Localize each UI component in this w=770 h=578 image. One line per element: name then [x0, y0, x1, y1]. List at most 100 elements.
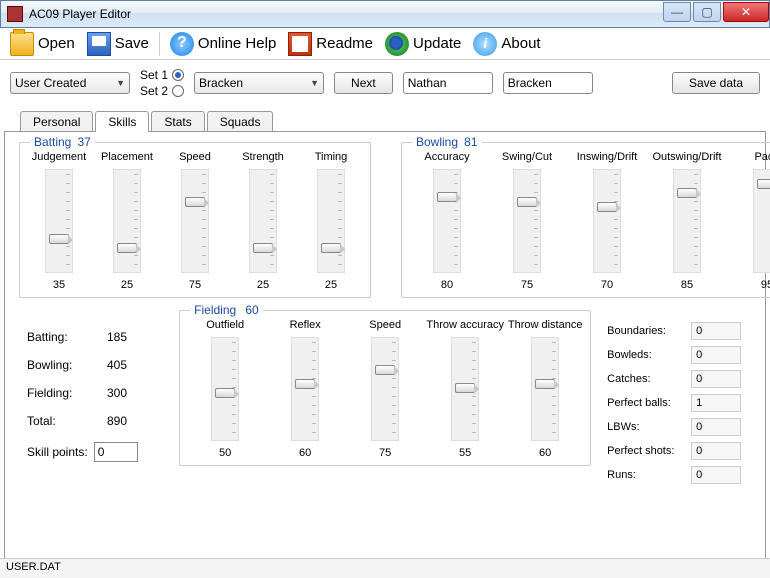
online-help-button[interactable]: ?Online Help [166, 30, 280, 58]
stat-label: Perfect shots: [607, 445, 691, 457]
stat-row: Catches:0 [607, 370, 751, 388]
skill-slider: Accuracy 80 [410, 151, 484, 291]
slider-track[interactable] [513, 169, 541, 273]
readme-icon [288, 32, 312, 56]
stat-label: Boundaries: [607, 325, 691, 337]
first-name-input[interactable] [403, 72, 493, 94]
slider-track[interactable] [317, 169, 345, 273]
skill-value: 60 [299, 447, 311, 459]
slider-thumb[interactable] [597, 202, 617, 212]
stat-row: Runs:0 [607, 466, 751, 484]
slider-track[interactable] [291, 337, 319, 441]
slider-track[interactable] [433, 169, 461, 273]
tab-personal[interactable]: Personal [20, 111, 93, 132]
slider-thumb[interactable] [321, 243, 341, 253]
slider-thumb[interactable] [185, 197, 205, 207]
player-combo[interactable]: Bracken▼ [194, 72, 324, 94]
skill-value: 55 [459, 447, 471, 459]
slider-track[interactable] [211, 337, 239, 441]
stat-value: 0 [691, 418, 741, 436]
skill-label: Throw accuracy [426, 319, 504, 331]
slider-track[interactable] [593, 169, 621, 273]
skill-slider: Strength25 [232, 151, 294, 291]
controls-row: User Created▼ Set 1 Set 2 Bracken▼ Next … [0, 60, 770, 106]
stat-value: 0 [691, 322, 741, 340]
next-button[interactable]: Next [334, 72, 393, 94]
slider-thumb[interactable] [253, 243, 273, 253]
slider-track[interactable] [451, 337, 479, 441]
stat-row: Perfect shots:0 [607, 442, 751, 460]
skill-slider: Swing/Cut75 [490, 151, 564, 291]
skill-label: Swing/Cut [502, 151, 552, 163]
slider-thumb[interactable] [517, 197, 537, 207]
title-bar: AC09 Player Editor — ▢ ✕ [0, 0, 770, 28]
close-button[interactable]: ✕ [723, 2, 769, 22]
stat-label: Perfect balls: [607, 397, 691, 409]
set1-radio[interactable] [172, 69, 184, 81]
skill-label: Speed [179, 151, 211, 163]
tab-stats[interactable]: Stats [151, 111, 204, 132]
slider-thumb[interactable] [455, 383, 475, 393]
skillpoints-label: Skill points: [27, 445, 88, 459]
skill-value: 60 [539, 447, 551, 459]
stat-label: LBWs: [607, 421, 691, 433]
slider-track[interactable] [45, 169, 73, 273]
slider-thumb[interactable] [215, 388, 235, 398]
slider-track[interactable] [249, 169, 277, 273]
stat-row: LBWs:0 [607, 418, 751, 436]
slider-thumb[interactable] [757, 179, 770, 189]
slider-thumb[interactable] [437, 192, 457, 202]
skill-label: Inswing/Drift [577, 151, 638, 163]
skill-value: 25 [325, 279, 337, 291]
skill-slider: Throw distance60 [508, 319, 582, 459]
update-button[interactable]: Update [381, 30, 465, 58]
set2-radio[interactable] [172, 85, 184, 97]
bowling-total-value: 405 [107, 358, 127, 372]
skill-value: 25 [257, 279, 269, 291]
chevron-down-icon: ▼ [310, 78, 319, 88]
slider-thumb[interactable] [677, 188, 697, 198]
slider-thumb[interactable] [117, 243, 137, 253]
skill-value: 85 [681, 279, 693, 291]
save-button[interactable]: Save [83, 30, 153, 58]
slider-track[interactable] [371, 337, 399, 441]
fielding-total-value: 300 [107, 386, 127, 400]
open-button[interactable]: Open [6, 30, 79, 58]
skill-label: Outfield [206, 319, 244, 331]
last-name-input[interactable] [503, 72, 593, 94]
filter-combo[interactable]: User Created▼ [10, 72, 130, 94]
skill-slider: Speed75 [348, 319, 422, 459]
maximize-button[interactable]: ▢ [693, 2, 721, 22]
tab-bar: Personal Skills Stats Squads [0, 110, 770, 131]
slider-track[interactable] [531, 337, 559, 441]
slider-thumb[interactable] [535, 379, 555, 389]
tab-squads[interactable]: Squads [207, 111, 274, 132]
folder-open-icon [10, 32, 34, 56]
skill-label: Accuracy [424, 151, 469, 163]
readme-button[interactable]: Readme [284, 30, 377, 58]
skillpoints-input[interactable] [94, 442, 138, 462]
about-button[interactable]: iAbout [469, 30, 544, 58]
slider-thumb[interactable] [295, 379, 315, 389]
skill-value: 80 [441, 279, 453, 291]
tab-skills[interactable]: Skills [95, 111, 149, 132]
stat-value: 0 [691, 370, 741, 388]
stat-label: Runs: [607, 469, 691, 481]
info-icon: i [473, 32, 497, 56]
slider-track[interactable] [753, 169, 770, 273]
slider-track[interactable] [181, 169, 209, 273]
slider-thumb[interactable] [49, 234, 69, 244]
minimize-button[interactable]: — [663, 2, 691, 22]
set2-label: Set 2 [140, 84, 168, 98]
slider-track[interactable] [673, 169, 701, 273]
fielding-group: Fielding 60 Outfield50Reflex60Speed75Thr… [179, 310, 591, 466]
skill-slider: Outfield50 [188, 319, 262, 459]
help-icon: ? [170, 32, 194, 56]
skill-label: Outswing/Drift [652, 151, 721, 163]
window-title: AC09 Player Editor [29, 7, 661, 21]
skill-label: Placement [101, 151, 153, 163]
slider-thumb[interactable] [375, 365, 395, 375]
slider-track[interactable] [113, 169, 141, 273]
tab-page-skills: Batting 37 Judgement35Placement25Speed75… [4, 131, 766, 563]
save-data-button[interactable]: Save data [672, 72, 760, 94]
